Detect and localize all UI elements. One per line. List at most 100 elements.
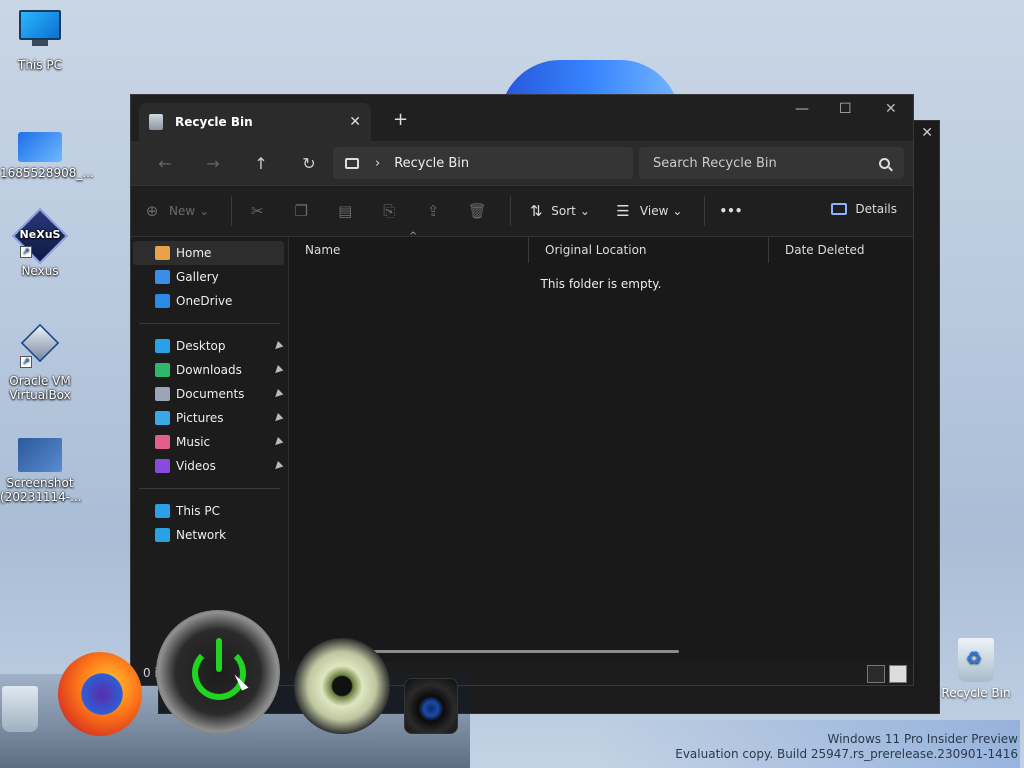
view-toggle-group [863,665,907,683]
breadcrumb-recycle-bin[interactable]: Recycle Bin [394,156,469,171]
up-button[interactable]: ↑ [237,154,285,173]
desktop-icon-image-file[interactable]: 1685528908_... [0,126,94,180]
new-button[interactable]: ⊕ New ⌄ [141,202,210,220]
desktop-icon-virtualbox[interactable]: ↗ Oracle VM VirtualBox [0,322,80,402]
pin-icon[interactable]: ▼ [272,435,285,448]
cut-button[interactable]: ✂ [246,202,268,220]
desktop-icon-recycle-bin[interactable]: Recycle Bin [940,638,1012,700]
empty-folder-message: This folder is empty. [540,277,662,291]
desktop-icon-nexus[interactable]: NeXuS ↗ Nexus [0,207,80,278]
chevron-right-icon[interactable]: › [375,156,380,171]
network-icon [155,528,170,542]
maximize-button[interactable]: ☐ [839,101,852,117]
sidebar-item-desktop[interactable]: Desktop ▼ [131,334,288,358]
firefox-icon[interactable] [58,652,142,736]
tiles-view-button[interactable] [889,665,907,683]
recycle-bin-icon [149,114,163,130]
view-button[interactable]: ☰ View ⌄ [612,202,683,220]
desktop-icon-label: 1685528908_... [0,166,94,180]
horizontal-scrollbar[interactable] [369,650,679,653]
list-icon: ☰ [616,202,630,220]
sidebar-item-videos[interactable]: Videos ▼ [131,454,288,478]
sort-ascending-icon: ^ [409,231,418,242]
more-icon: ••• [719,204,743,218]
desktop-icon-screenshot[interactable]: Screenshot (20231114-... [0,434,82,504]
desktop-icon-label: Nexus [21,264,59,278]
sidebar-item-music[interactable]: Music ▼ [131,430,288,454]
tab-close-icon[interactable]: ✕ [349,114,361,130]
delete-button[interactable]: 🗑 [466,202,488,220]
recycle-bin-icon [958,638,994,682]
tab-recycle-bin[interactable]: Recycle Bin ✕ [139,103,371,141]
minimize-button[interactable]: — [795,101,809,117]
pin-icon[interactable]: ▼ [272,411,285,424]
nexus-icon: NeXuS ↗ [11,207,69,265]
power-bar [216,638,222,672]
column-date-label: Date Deleted [785,243,865,257]
sidebar-item-pictures[interactable]: Pictures ▼ [131,406,288,430]
forward-button[interactable]: → [189,154,237,173]
chevron-down-icon: ⌄ [672,204,683,218]
sidebar-item-home[interactable]: Home [133,241,284,265]
sidebar-item-this-pc[interactable]: This PC [131,499,288,523]
see-more-button[interactable]: ••• [719,204,742,218]
back-button[interactable]: ← [141,154,189,173]
app-dock [0,610,470,768]
sidebar-item-downloads[interactable]: Downloads ▼ [131,358,288,382]
watermark-edition: Windows 11 Pro Insider Preview [827,732,1018,746]
tab-title: Recycle Bin [175,115,253,129]
address-bar[interactable]: › Recycle Bin [333,147,633,179]
sidebar-item-label: Pictures [176,411,224,425]
sidebar-separator [139,488,280,489]
nexus-logo-text: NeXuS [19,228,61,241]
music-player-icon[interactable] [294,638,390,734]
column-date-deleted[interactable]: Date Deleted [769,237,913,263]
dock-trash-icon[interactable] [2,686,38,732]
this-pc-icon [155,504,170,518]
share-button[interactable]: ⇪ [422,202,444,220]
pin-icon[interactable]: ▼ [272,459,285,472]
toolbar-separator [510,196,512,226]
sort-icon: ⇅ [529,202,543,220]
desktop-icon-label: This PC [18,58,62,72]
shortcut-arrow-icon: ↗ [20,356,32,368]
search-input[interactable]: Search Recycle Bin [639,147,904,179]
chevron-down-icon: ⌄ [199,204,210,218]
monitor-icon [345,157,359,169]
pin-icon[interactable]: ▼ [272,339,285,352]
close-icon[interactable]: ✕ [921,125,933,141]
sidebar-item-network[interactable]: Network [131,523,288,547]
desktop-icon-label: Recycle Bin [941,686,1011,700]
column-location-label: Original Location [545,243,647,257]
refresh-button[interactable]: ↻ [285,154,333,173]
file-list-area: ^ Name Original Location Date Deleted Th… [289,231,913,661]
copy-icon: ❐ [294,202,308,220]
navigation-bar: ← → ↑ ↻ › Recycle Bin Search Recycle Bin [131,141,913,185]
column-original-location[interactable]: Original Location [529,237,769,263]
camera-icon[interactable] [404,678,458,734]
copy-button[interactable]: ❐ [290,202,312,220]
sidebar-item-gallery[interactable]: Gallery [131,265,288,289]
scissors-icon: ✂ [250,202,264,220]
toolbar-separator [231,196,233,226]
clipboard-icon: ▤ [338,202,353,220]
pin-icon[interactable]: ▼ [272,363,285,376]
power-icon[interactable] [156,610,280,734]
close-button[interactable]: ✕ [885,101,897,117]
details-pane-button[interactable]: Details [831,202,897,216]
sidebar-item-onedrive[interactable]: OneDrive [131,289,288,313]
sort-button[interactable]: ⇅ Sort ⌄ [525,202,590,220]
onedrive-icon [155,294,170,308]
column-header-row: ^ Name Original Location Date Deleted [289,231,913,263]
desktop-icon-this-pc[interactable]: This PC [0,10,80,72]
paste-button[interactable]: ▤ [334,202,356,220]
pictures-icon [155,411,170,425]
details-view-button[interactable] [867,665,885,683]
chevron-down-icon: ⌄ [579,204,590,218]
new-tab-button[interactable]: + [393,109,408,130]
sidebar-item-label: Music [176,435,211,449]
command-bar: ⊕ New ⌄ ✂ ❐ ▤ ⎘ ⇪ 🗑 ⇅ Sort ⌄ ☰ View ⌄ ••… [131,185,913,237]
rename-button[interactable]: ⎘ [378,202,400,220]
sidebar-item-documents[interactable]: Documents ▼ [131,382,288,406]
pin-icon[interactable]: ▼ [272,387,285,400]
